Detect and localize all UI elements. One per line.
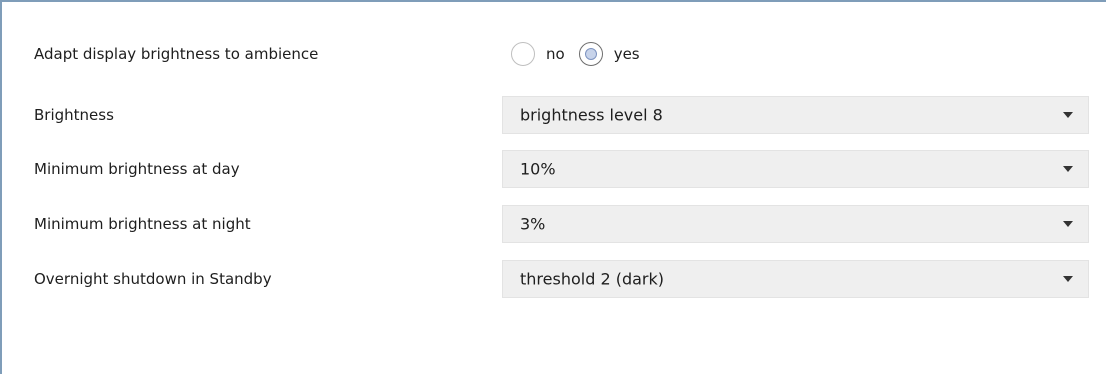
chevron-down-icon [1063, 221, 1073, 227]
adapt-brightness-label: Adapt display brightness to ambience [34, 45, 319, 63]
min-night-select[interactable]: 3% [502, 205, 1089, 243]
adapt-brightness-row: Adapt display brightness to ambience no … [2, 28, 1106, 80]
adapt-brightness-radio-group: no yes [511, 40, 654, 68]
overnight-row: Overnight shutdown in Standby threshold … [2, 253, 1106, 305]
overnight-select-value: threshold 2 (dark) [520, 269, 664, 289]
chevron-down-icon [1063, 112, 1073, 118]
min-day-row: Minimum brightness at day 10% [2, 143, 1106, 195]
brightness-label: Brightness [34, 106, 114, 124]
brightness-row: Brightness brightness level 8 [2, 89, 1106, 141]
min-night-label: Minimum brightness at night [34, 215, 251, 233]
radio-yes-dot [584, 48, 597, 60]
radio-no-label[interactable]: no [546, 45, 565, 63]
chevron-down-icon [1063, 276, 1073, 282]
frame-top-border [0, 0, 1106, 2]
radio-yes[interactable] [578, 42, 603, 66]
brightness-select-value: brightness level 8 [520, 105, 663, 125]
radio-no[interactable] [511, 42, 535, 66]
min-day-label: Minimum brightness at day [34, 160, 240, 178]
brightness-select[interactable]: brightness level 8 [502, 96, 1089, 134]
min-night-select-value: 3% [520, 214, 546, 234]
overnight-select[interactable]: threshold 2 (dark) [502, 260, 1089, 298]
min-night-row: Minimum brightness at night 3% [2, 198, 1106, 250]
chevron-down-icon [1063, 166, 1073, 172]
radio-yes-label[interactable]: yes [614, 45, 640, 63]
min-day-select[interactable]: 10% [502, 150, 1089, 188]
overnight-label: Overnight shutdown in Standby [34, 270, 272, 288]
min-day-select-value: 10% [520, 159, 556, 179]
